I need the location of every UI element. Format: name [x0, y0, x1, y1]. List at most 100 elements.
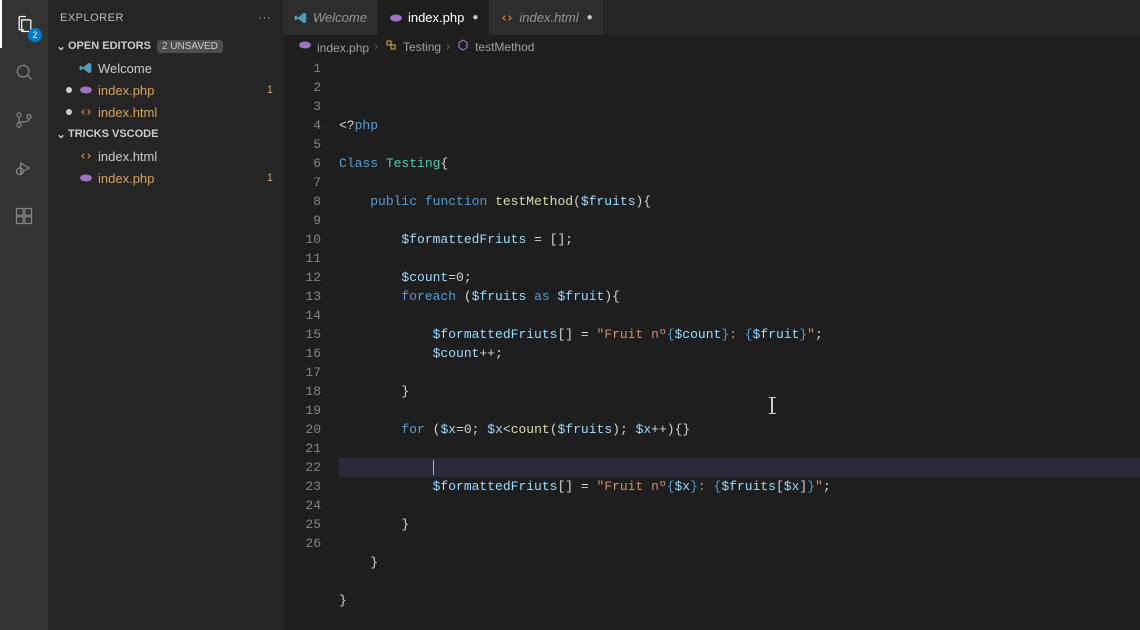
file-name: index.html [98, 105, 157, 120]
activity-search[interactable] [0, 48, 48, 96]
code-line[interactable]: $formattedFriuts[] = "Fruit nº{$count}: … [339, 325, 1140, 344]
extensions-icon [14, 206, 34, 226]
php-icon [78, 171, 94, 185]
code-line[interactable]: } [339, 553, 1140, 572]
code-line[interactable] [339, 572, 1140, 591]
activity-debug[interactable] [0, 144, 48, 192]
line-number: 3 [283, 97, 321, 116]
code-line[interactable] [339, 173, 1140, 192]
php-icon [388, 11, 404, 25]
text-cursor-icon [771, 397, 773, 414]
line-number: 24 [283, 496, 321, 515]
file-name: Welcome [98, 61, 152, 76]
line-number: 19 [283, 401, 321, 420]
method-icon [455, 39, 471, 51]
open-editor-item[interactable]: Welcome [48, 57, 283, 79]
open-editor-item[interactable]: index.html [48, 101, 283, 123]
code-line[interactable] [339, 439, 1140, 458]
breadcrumb-item[interactable]: Testing [383, 39, 441, 54]
line-number: 7 [283, 173, 321, 192]
code-line[interactable] [339, 249, 1140, 268]
code-line[interactable]: Class Testing{ [339, 154, 1140, 173]
editor-area: Welcome index.php index.html index.php › Tes… [283, 0, 1140, 630]
chevron-right-icon: › [374, 39, 378, 53]
breadcrumb-item[interactable]: index.php [297, 38, 369, 55]
code-line[interactable]: } [339, 591, 1140, 610]
code-line[interactable] [339, 306, 1140, 325]
unsaved-badge: 2 UNSAVED [157, 40, 223, 53]
file-name: index.php [98, 83, 154, 98]
code-line[interactable]: $formattedFriuts = []; [339, 230, 1140, 249]
code-line[interactable]: public function testMethod($fruits){ [339, 192, 1140, 211]
open-editors-label: OPEN EDITORS [68, 40, 151, 52]
vscode-icon [293, 11, 309, 25]
branch-icon [14, 110, 34, 130]
folder-header[interactable]: ⌄ TRICKS VSCODE [48, 123, 283, 145]
breadcrumb-label: testMethod [475, 40, 534, 54]
line-number: 15 [283, 325, 321, 344]
code-line[interactable] [339, 401, 1140, 420]
code-line[interactable]: $count=0; [339, 268, 1140, 287]
sidebar-more[interactable]: ··· [259, 12, 272, 24]
line-number: 25 [283, 515, 321, 534]
code-content[interactable]: <?php Class Testing{ public function test… [339, 57, 1140, 630]
line-number: 13 [283, 287, 321, 306]
line-number: 4 [283, 116, 321, 135]
code-line[interactable]: $formattedFriuts[] = "Fruit nº{$x}: {$fr… [339, 477, 1140, 496]
caret-icon [433, 460, 434, 475]
activity-extensions[interactable] [0, 192, 48, 240]
activity-scm[interactable] [0, 96, 48, 144]
line-number: 23 [283, 477, 321, 496]
open-editor-item[interactable]: index.php1 [48, 79, 283, 101]
html-icon [78, 105, 94, 119]
tab-label: index.php [408, 10, 464, 25]
line-number: 6 [283, 154, 321, 173]
tab-label: index.html [519, 10, 578, 25]
folder-file-item[interactable]: index.html [48, 145, 283, 167]
tab-index-html[interactable]: index.html [489, 0, 603, 35]
folder-file-item[interactable]: index.php1 [48, 167, 283, 189]
code-line[interactable] [339, 363, 1140, 382]
breadcrumb-item[interactable]: testMethod [455, 39, 534, 54]
modified-dot-icon [66, 109, 72, 115]
chevron-down-icon: ⌄ [54, 40, 68, 53]
code-line[interactable]: $count++; [339, 344, 1140, 363]
breadcrumb-label: Testing [403, 40, 441, 54]
file-name: index.php [98, 171, 154, 186]
editor-body[interactable]: 1234567891011121314151617181920212223242… [283, 57, 1140, 630]
code-line[interactable]: } [339, 515, 1140, 534]
open-editors-header[interactable]: ⌄ OPEN EDITORS 2 UNSAVED [48, 35, 283, 57]
line-number: 2 [283, 78, 321, 97]
sidebar-title: EXPLORER [60, 12, 124, 24]
search-icon [14, 62, 34, 82]
breadcrumbs[interactable]: index.php › Testing › testMethod [283, 35, 1140, 57]
explorer-badge: 2 [28, 28, 42, 42]
chevron-right-icon: › [446, 39, 450, 53]
gutter: 1234567891011121314151617181920212223242… [283, 57, 339, 630]
line-number: 1 [283, 59, 321, 78]
sidebar-header: EXPLORER ··· [48, 0, 283, 35]
code-line[interactable]: } [339, 382, 1140, 401]
line-number: 5 [283, 135, 321, 154]
code-line[interactable] [339, 211, 1140, 230]
code-line[interactable] [339, 458, 1140, 477]
code-line[interactable] [339, 534, 1140, 553]
tabs-bar: Welcome index.php index.html [283, 0, 1140, 35]
chevron-down-icon: ⌄ [54, 128, 68, 141]
folder-label: TRICKS VSCODE [68, 128, 158, 140]
line-number: 26 [283, 534, 321, 553]
tab-welcome[interactable]: Welcome [283, 0, 378, 35]
code-line[interactable] [339, 135, 1140, 154]
php-icon [297, 38, 313, 52]
class-icon [383, 39, 399, 51]
line-number: 17 [283, 363, 321, 382]
code-line[interactable]: foreach ($fruits as $fruit){ [339, 287, 1140, 306]
php-icon [78, 83, 94, 97]
code-line[interactable]: <?php [339, 116, 1140, 135]
activity-bar: 2 [0, 0, 48, 630]
line-number: 20 [283, 420, 321, 439]
activity-explorer[interactable]: 2 [0, 0, 48, 48]
tab-index-php[interactable]: index.php [378, 0, 489, 35]
code-line[interactable]: for ($x=0; $x<count($fruits); $x++){} [339, 420, 1140, 439]
code-line[interactable] [339, 496, 1140, 515]
